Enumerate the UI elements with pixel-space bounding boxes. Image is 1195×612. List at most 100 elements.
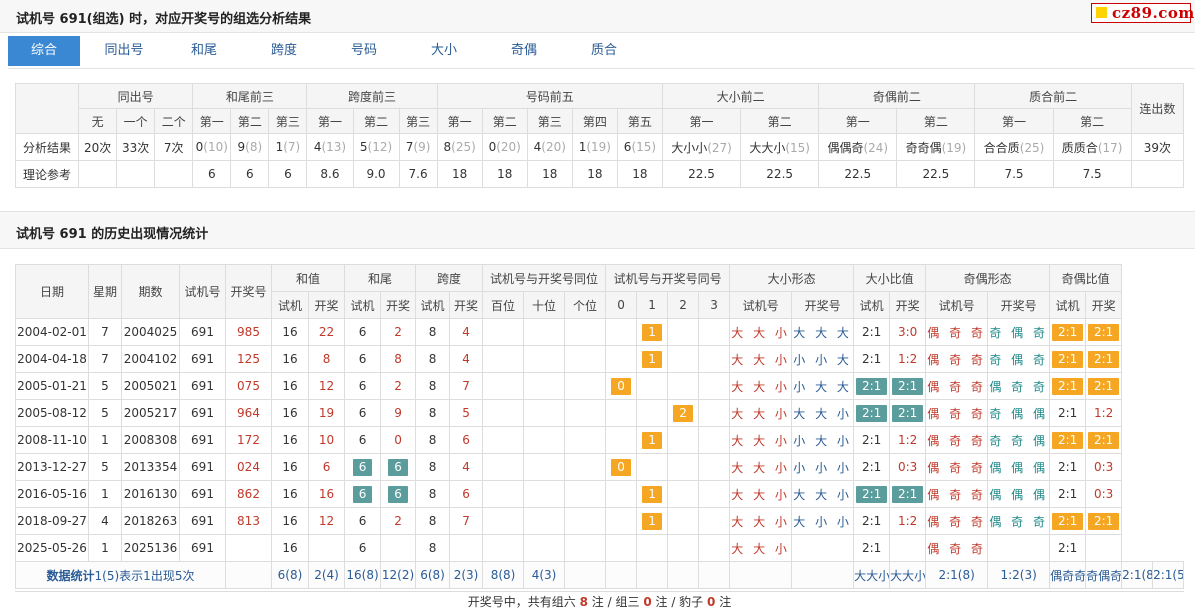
- cell-value: 2:1: [1057, 406, 1078, 420]
- cell-bs_d: 小 小 大: [791, 345, 855, 373]
- cell-bs_d: 大 大 小: [791, 399, 855, 427]
- same-count-badge: 1: [642, 350, 662, 368]
- cell-value: 8: [428, 352, 437, 366]
- cell-date: 2005-08-12: [15, 399, 89, 427]
- history-subheader: 试机号: [729, 291, 793, 319]
- cell-sum_d: 16: [307, 480, 346, 508]
- tab-4[interactable]: 号码: [328, 36, 400, 66]
- cell-test: 691: [179, 318, 226, 346]
- cell-bs_t: 大 大 小: [729, 507, 793, 535]
- cell-value: 2:1: [1051, 377, 1084, 395]
- cell-sum_d: 12: [307, 372, 346, 400]
- theory-cell: 6: [230, 160, 270, 188]
- cell-tail_d: 6: [380, 480, 417, 508]
- cell-value: 奇 偶 奇: [989, 325, 1048, 340]
- cell-value: 3:0: [897, 325, 918, 339]
- cell-date: 2018-09-27: [15, 507, 89, 535]
- result-count: (7): [283, 140, 301, 154]
- tab-7[interactable]: 质合: [568, 36, 640, 66]
- stats-cell: 2:1(5): [1152, 561, 1184, 589]
- cell-same-0: 0: [605, 453, 638, 481]
- tab-1[interactable]: 同出号: [88, 36, 160, 66]
- tab-0[interactable]: 综合: [8, 36, 80, 66]
- analysis-result-cell: 39次: [1130, 133, 1185, 161]
- result-count: (20): [541, 140, 566, 154]
- cell-tail_t: 6: [344, 399, 382, 427]
- analysis-sub-header: 第四: [571, 108, 618, 134]
- cell-pos-same: [564, 534, 607, 562]
- cell-pos-same: [564, 480, 607, 508]
- result-value: 偶偶奇: [827, 140, 864, 155]
- cell-date: 2004-02-01: [15, 318, 89, 346]
- cell-span_d: 4: [449, 345, 484, 373]
- analysis-result-cell: 0(20): [481, 133, 528, 161]
- cell-draw: 075: [225, 372, 272, 400]
- cell-value: 2005-01-21: [17, 379, 87, 393]
- cell-span_t: 8: [415, 453, 451, 481]
- tab-3[interactable]: 跨度: [248, 36, 320, 66]
- cell-tail_t: 6: [344, 318, 382, 346]
- stats-cell: 6(8): [271, 561, 309, 589]
- table-row: 2008-11-10 1 2008308 691 172 16 10 6 0 8 6 1 大 大 小小 …: [15, 426, 1184, 454]
- cell-value: 偶 偶 偶: [989, 460, 1048, 475]
- stats-label-cell: 数据统计1(5)表示1出现5次: [15, 561, 226, 589]
- result-count: (13): [321, 140, 347, 154]
- cell-week: 1: [88, 534, 122, 562]
- cell-oe_t: 偶 奇 奇: [925, 372, 989, 400]
- stats-cell: 奇偶奇(2): [1085, 561, 1123, 589]
- cell-value: 0:3: [1093, 487, 1114, 501]
- cell-value: 0:3: [1093, 460, 1114, 474]
- cell-value: 2:1: [1051, 512, 1084, 530]
- cell-oe_t: 偶 奇 奇: [925, 480, 989, 508]
- cell-value: 大 大 小: [793, 406, 852, 421]
- analysis-result-cell: 0(10): [192, 133, 232, 161]
- cell-value: 7: [101, 325, 109, 339]
- analysis-sub-header: 第二: [896, 108, 976, 134]
- cell-value: 8: [428, 325, 437, 339]
- result-value: 质质合: [1061, 140, 1098, 155]
- cell-issue: 2018263: [121, 507, 180, 535]
- tab-6[interactable]: 奇偶: [488, 36, 560, 66]
- cell-value: 小 小 大: [793, 352, 852, 367]
- cell-week: 1: [88, 480, 122, 508]
- cell-oe_d: 偶 偶 偶: [987, 480, 1051, 508]
- analysis-result-cell: 大大小(15): [740, 133, 820, 161]
- cell-value: 2:1: [1087, 323, 1120, 341]
- cell-sum_t: 16: [271, 318, 309, 346]
- cell-value: 偶 奇 奇: [927, 460, 986, 475]
- cell-value: 2:1: [1087, 512, 1120, 530]
- cell-value: 7: [462, 514, 470, 528]
- cell-tail_t: 6: [344, 453, 382, 481]
- cell-value: 862: [237, 487, 260, 501]
- history-subheader: 个位: [564, 291, 607, 319]
- cell-oe_t: 偶 奇 奇: [925, 534, 989, 562]
- analysis-result-cell: 1(7): [268, 133, 308, 161]
- history-header-pos_same: 试机号与开奖号同位: [482, 264, 607, 292]
- cell-oer_d: 0:3: [1085, 453, 1123, 481]
- cell-same-1: 1: [636, 318, 669, 346]
- history-subheader: 试机: [415, 291, 451, 319]
- tab-5[interactable]: 大小: [408, 36, 480, 66]
- history-header-oe_ratio: 奇偶比值: [1049, 264, 1123, 292]
- tab-2[interactable]: 和尾: [168, 36, 240, 66]
- cell-span_d: 7: [449, 507, 484, 535]
- cell-pos-same: [523, 453, 566, 481]
- theory-cell: 22.5: [896, 160, 976, 188]
- cell-value: 偶 奇 奇: [927, 541, 986, 556]
- cell-value: 16: [282, 325, 298, 339]
- analysis-sub-header: 无: [78, 108, 118, 134]
- cell-value: 691: [191, 325, 214, 339]
- stats-cell: [636, 561, 669, 589]
- theory-cell: 18: [526, 160, 573, 188]
- history-subheader: 开奖: [307, 291, 346, 319]
- cell-date: 2008-11-10: [15, 426, 89, 454]
- cell-bs_t: 大 大 小: [729, 399, 793, 427]
- cell-span_t: 8: [415, 372, 451, 400]
- cell-value: 985: [237, 325, 260, 339]
- cell-sum_d: 8: [307, 345, 346, 373]
- cell-pos-same: [523, 426, 566, 454]
- cell-value: 2004025: [123, 325, 178, 339]
- page-title: 试机号 691(组选) 时，对应开奖号的组选分析结果: [16, 12, 312, 27]
- analysis-result-cell: 8(25): [436, 133, 483, 161]
- site-logo[interactable]: cz89.com: [1091, 3, 1194, 23]
